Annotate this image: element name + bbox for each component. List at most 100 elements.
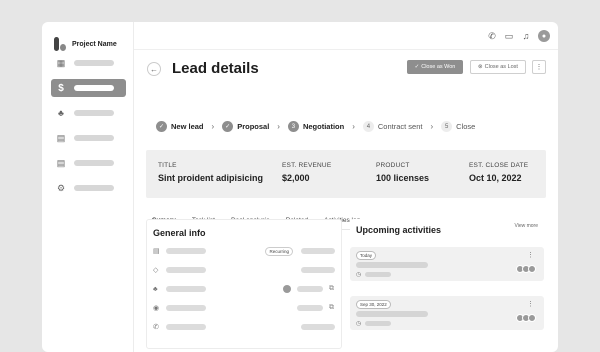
sidebar-nav: ▦ $ ♣ ▤ ▤ ⚙ — [51, 54, 126, 204]
info-row: ▤ Recurring — [153, 245, 335, 257]
tag-icon: ◇ — [153, 267, 159, 274]
more-options-icon[interactable]: ⋮ — [527, 300, 534, 308]
activity-participants — [516, 314, 536, 322]
sidebar-item-label-placeholder — [74, 110, 114, 116]
phone-icon[interactable]: ✆ — [487, 31, 497, 41]
external-link-icon[interactable]: ⧉ — [329, 304, 334, 312]
info-value-placeholder — [301, 248, 335, 254]
activity-title-placeholder — [356, 262, 428, 268]
info-row: ◉ ⧉ — [153, 302, 335, 314]
avatar — [528, 265, 536, 273]
sidebar-item-label-placeholder — [74, 185, 114, 191]
sidebar-item-label-placeholder — [74, 85, 114, 91]
sidebar-item-deals[interactable]: $ — [51, 79, 126, 97]
info-label-placeholder — [166, 305, 206, 311]
summary-close-date: EST. CLOSE DATE Oct 10, 2022 — [469, 162, 528, 183]
app-window: Project Name ▦ $ ♣ ▤ ▤ ⚙ ✆ ▭ ♫ ● ← Lead … — [42, 22, 558, 352]
activity-item[interactable]: Today ◷ ⋮ — [350, 247, 544, 281]
activity-title-placeholder — [356, 311, 428, 317]
sidebar-item-settings[interactable]: ⚙ — [51, 179, 126, 197]
back-button[interactable]: ← — [147, 62, 161, 76]
activity-time-placeholder — [365, 321, 391, 326]
summary-title: TITLE Sint proident adipisicing — [158, 162, 263, 183]
project-name: Project Name — [72, 40, 117, 48]
dashboard-icon: ▦ — [56, 57, 66, 68]
top-bar: ✆ ▭ ♫ ● — [134, 22, 558, 50]
org-chart-icon: ♣ — [58, 108, 64, 118]
stage-label: Close — [456, 122, 476, 131]
user-icon: ◉ — [153, 305, 160, 312]
summary-value: Sint proident adipisicing — [158, 173, 264, 183]
avatar — [283, 285, 291, 293]
sidebar-item-org[interactable]: ♣ — [51, 104, 126, 122]
clock-icon: ◷ — [356, 321, 362, 327]
view-more-link[interactable]: View more — [514, 223, 538, 229]
general-info-title: General info — [153, 228, 206, 238]
stage-proposal[interactable]: ✓ Proposal — [222, 121, 269, 132]
brand[interactable]: Project Name — [42, 22, 133, 56]
info-value-placeholder — [297, 286, 323, 292]
chevron-right-icon: › — [211, 122, 215, 131]
chevron-right-icon: › — [277, 122, 280, 131]
summary-value: $2,000 — [282, 173, 310, 183]
clock-icon: ◷ — [356, 272, 362, 278]
stage-close[interactable]: 5 Close — [441, 121, 475, 132]
sidebar-item-dashboard[interactable]: ▦ — [51, 54, 126, 72]
summary-revenue: EST. REVENUE $2,000 — [282, 162, 331, 183]
summary-label: EST. CLOSE DATE — [469, 162, 529, 169]
check-icon: ✓ — [156, 121, 167, 132]
info-label-placeholder — [166, 248, 206, 254]
recurring-tag: Recurring — [265, 246, 293, 256]
list-icon: ▤ — [56, 157, 66, 168]
document-icon: ▤ — [56, 132, 66, 143]
info-label-placeholder — [166, 324, 206, 330]
stage-label: Contract sent — [377, 122, 423, 131]
close-as-won-label: Close as Won — [421, 64, 456, 70]
sidebar-item-label-placeholder — [74, 60, 114, 66]
chat-icon[interactable]: ▭ — [504, 31, 514, 41]
summary-value: Oct 10, 2022 — [469, 173, 522, 183]
sidebar-item-label-placeholder — [74, 135, 114, 141]
stage-new-lead[interactable]: ✓ New lead — [156, 121, 204, 132]
deal-summary: TITLE Sint proident adipisicing EST. REV… — [146, 150, 546, 198]
phone-icon: ✆ — [153, 324, 159, 331]
close-as-lost-label: Close as Lost — [484, 64, 518, 70]
summary-label: TITLE — [158, 162, 177, 169]
activity-item[interactable]: Sep 30, 2022 ◷ ⋮ — [350, 296, 544, 330]
bell-icon[interactable]: ♫ — [521, 31, 531, 41]
stage-contract-sent[interactable]: 4 Contract sent — [362, 121, 423, 132]
gear-icon: ⚙ — [56, 182, 66, 193]
chevron-right-icon: › — [352, 122, 355, 131]
info-row: ✆ — [153, 321, 335, 333]
more-options-icon[interactable]: ⋮ — [527, 251, 534, 259]
page-title: Lead details — [172, 60, 259, 77]
upcoming-activities-title: Upcoming activities — [356, 225, 442, 235]
info-row: ◇ — [153, 264, 335, 276]
sidebar-item-reports[interactable]: ▤ — [51, 129, 126, 147]
stage-number: 5 — [441, 121, 453, 132]
sidebar: Project Name ▦ $ ♣ ▤ ▤ ⚙ — [42, 22, 134, 352]
external-link-icon[interactable]: ⧉ — [329, 285, 334, 293]
pipeline-stages: ✓ New lead › ✓ Proposal › 3 Negotiation … — [156, 121, 475, 132]
sidebar-item-notes[interactable]: ▤ — [51, 154, 126, 172]
more-options-button[interactable]: ⋮ — [532, 60, 546, 74]
info-value-placeholder — [301, 267, 335, 273]
info-label-placeholder — [166, 267, 206, 273]
activity-date: Today — [356, 251, 377, 260]
close-as-lost-button[interactable]: ⊗ Close as Lost — [470, 60, 526, 74]
sidebar-item-label-placeholder — [74, 160, 114, 166]
general-info-card: General info ▤ Recurring ◇ ♣ ⧉ ◉ ⧉ ✆ — [146, 219, 342, 349]
activity-date: Sep 30, 2022 — [356, 300, 391, 309]
summary-product: PRODUCT 100 licenses — [376, 162, 429, 183]
activity-time-placeholder — [365, 272, 391, 277]
chevron-right-icon: › — [430, 122, 434, 131]
cross-circle-icon: ⊗ — [478, 64, 483, 70]
check-circle-icon: ✓ — [414, 64, 420, 70]
stage-negotiation[interactable]: 3 Negotiation — [287, 121, 344, 132]
dollar-icon: $ — [58, 82, 64, 94]
info-value-placeholder — [301, 324, 335, 330]
close-as-won-button[interactable]: ✓ Close as Won — [407, 60, 463, 74]
avatar[interactable]: ● — [538, 30, 550, 42]
stage-label: New lead — [171, 122, 204, 131]
document-icon: ▤ — [153, 248, 160, 255]
